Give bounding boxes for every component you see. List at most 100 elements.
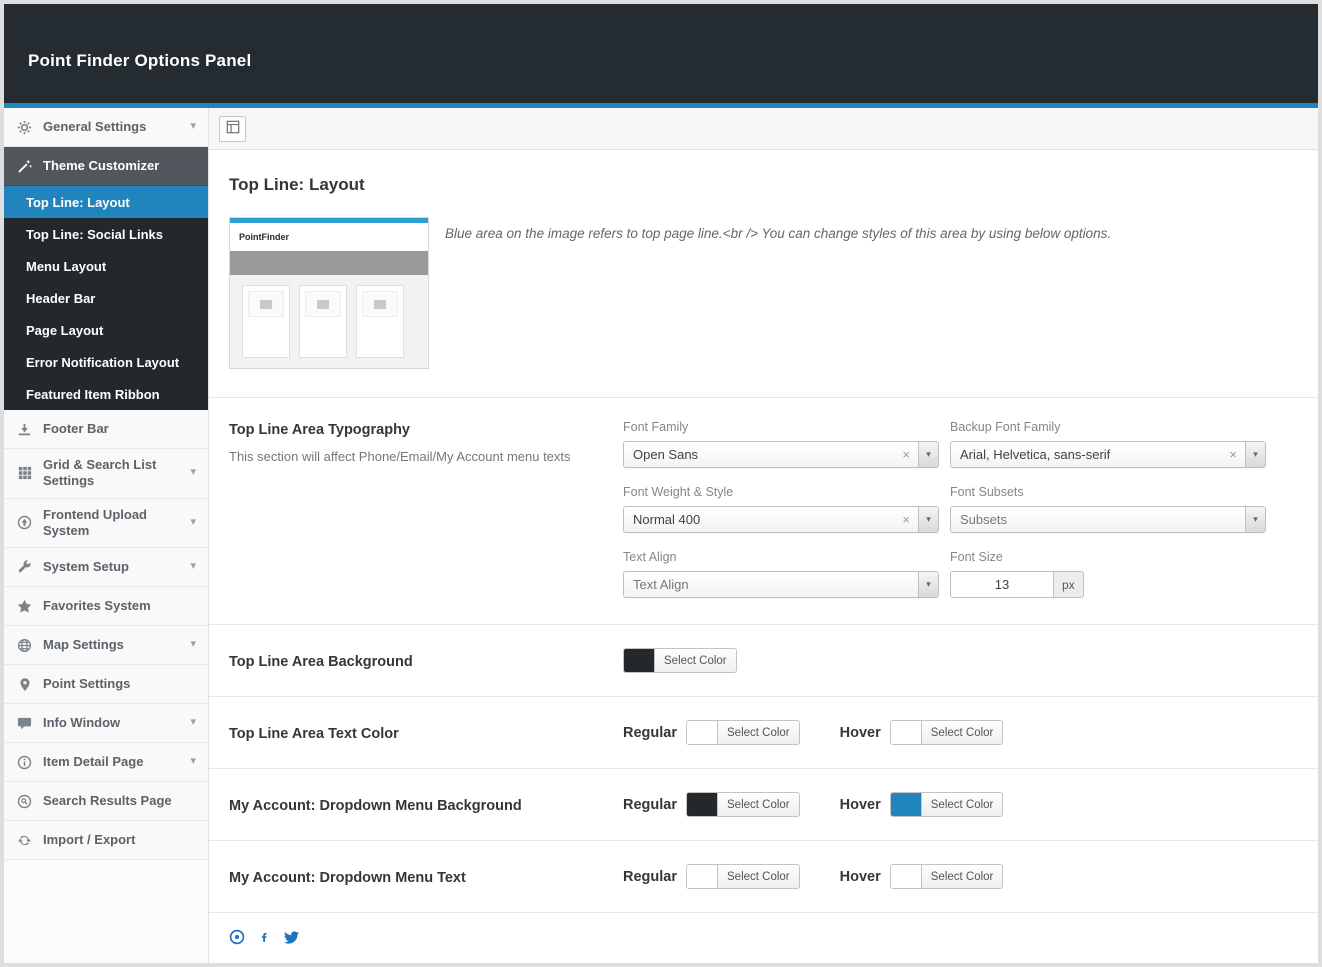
sidebar-subitem-error-notification-layout[interactable]: Error Notification Layout — [4, 346, 208, 378]
download-tray-icon — [16, 422, 33, 437]
caret-down-icon: ▾ — [926, 449, 931, 459]
sidebar-item-map-settings[interactable]: Map Settings ▾ — [4, 626, 208, 665]
section-description: This section will affect Phone/Email/My … — [229, 449, 571, 464]
color-swatch — [687, 793, 718, 816]
section-heading: My Account: Dropdown Menu Background — [229, 797, 522, 814]
sidebar-item-system-setup[interactable]: System Setup ▾ — [4, 548, 208, 587]
field-label: Text Align — [623, 550, 677, 564]
sidebar-item-item-detail-page[interactable]: Item Detail Page ▾ — [4, 743, 208, 782]
sidebar-subitem-header-bar[interactable]: Header Bar — [4, 282, 208, 314]
background-section: Top Line Area Background Select Color — [209, 624, 1318, 696]
sidebar-item-info-window[interactable]: Info Window ▾ — [4, 704, 208, 743]
panel-toggle-icon — [226, 120, 240, 137]
sidebar-item-label: General Settings — [43, 118, 147, 134]
wrench-icon — [16, 559, 33, 575]
chevron-down-icon: ▾ — [190, 716, 196, 729]
account-menu-text-section: My Account: Dropdown Menu Text Regular S… — [209, 840, 1318, 912]
clear-icon[interactable]: × — [894, 512, 918, 527]
field-label: Font Size — [950, 550, 1003, 564]
content-toolbar — [209, 108, 1318, 150]
caret-down-icon: ▾ — [1253, 449, 1258, 459]
preview-cards — [230, 275, 428, 368]
select-color-button-regular[interactable]: Select Color — [686, 864, 800, 889]
sidebar-subitem-page-layout[interactable]: Page Layout — [4, 314, 208, 346]
select-color-label: Select Color — [727, 870, 790, 883]
sidebar-item-favorites-system[interactable]: Favorites System — [4, 587, 208, 626]
app-title: Point Finder Options Panel — [28, 50, 252, 70]
chevron-down-icon: ▾ — [190, 560, 196, 573]
sidebar-item-label: Info Window — [43, 714, 121, 730]
twitter-icon[interactable] — [283, 930, 300, 945]
map-marker-icon — [16, 677, 33, 692]
dropdown-caret-button[interactable]: ▾ — [1245, 442, 1265, 467]
upload-circle-icon — [16, 515, 33, 530]
dropdown-caret-button[interactable]: ▾ — [918, 442, 938, 467]
regular-label: Regular — [623, 724, 677, 741]
sidebar-item-point-settings[interactable]: Point Settings — [4, 665, 208, 704]
globe-icon — [16, 638, 33, 653]
caret-down-icon: ▾ — [926, 579, 931, 589]
sidebar-item-frontend-upload-system[interactable]: Frontend Upload System ▾ — [4, 498, 208, 548]
font-weight-field: Font Weight & Style Normal 400 × ▾ — [623, 485, 939, 533]
sidebar: General Settings ▾ Theme Customizer Top … — [4, 108, 209, 963]
select-color-button[interactable]: Select Color — [623, 648, 737, 673]
color-swatch — [890, 793, 922, 816]
sidebar-subitem-top-line-social-links[interactable]: Top Line: Social Links — [4, 218, 208, 250]
clear-icon[interactable]: × — [1221, 447, 1245, 462]
theme-customizer-submenu: Top Line: Layout Top Line: Social Links … — [4, 186, 208, 410]
select-color-label: Select Color — [727, 726, 790, 739]
sidebar-subitem-menu-layout[interactable]: Menu Layout — [4, 250, 208, 282]
select-color-label: Select Color — [930, 798, 994, 811]
text-color-section: Top Line Area Text Color Regular Select … — [209, 696, 1318, 768]
sidebar-item-theme-customizer[interactable]: Theme Customizer — [4, 147, 208, 186]
panel-toggle-button[interactable] — [219, 115, 246, 142]
facebook-icon[interactable] — [259, 929, 269, 945]
color-swatch — [687, 721, 718, 744]
preview-thumbnail: PointFinder — [229, 217, 429, 369]
sidebar-item-label: Import / Export — [43, 831, 136, 847]
color-swatch — [890, 865, 922, 888]
color-swatch — [687, 865, 718, 888]
select-value: Arial, Helvetica, sans-serif — [960, 447, 1111, 462]
select-color-button-hover[interactable]: Select Color — [889, 864, 1004, 889]
sidebar-item-label: Favorites System — [43, 597, 151, 613]
chevron-down-icon: ▾ — [190, 120, 196, 133]
select-color-button-regular[interactable]: Select Color — [686, 792, 800, 817]
sidebar-item-grid-search-list-settings[interactable]: Grid & Search List Settings ▾ — [4, 449, 208, 499]
sidebar-item-label: System Setup — [43, 558, 129, 574]
regular-label: Regular — [623, 796, 677, 813]
select-color-button-regular[interactable]: Select Color — [686, 720, 800, 745]
sidebar-item-import-export[interactable]: Import / Export — [4, 821, 208, 860]
section-heading: Top Line Area Background — [229, 653, 413, 670]
sidebar-item-search-results-page[interactable]: Search Results Page — [4, 782, 208, 821]
sidebar-item-general-settings[interactable]: General Settings ▾ — [4, 108, 208, 147]
sidebar-item-label: Theme Customizer — [43, 157, 160, 173]
select-color-button-hover[interactable]: Select Color — [889, 792, 1004, 817]
preview-section: PointFinder Blue area on the image refer… — [209, 207, 1318, 397]
font-size-input[interactable] — [950, 571, 1054, 598]
magic-wand-icon — [16, 159, 33, 174]
backup-font-family-select[interactable]: Arial, Helvetica, sans-serif × ▾ — [950, 441, 1266, 468]
sidebar-subitem-featured-item-ribbon[interactable]: Featured Item Ribbon — [4, 378, 208, 410]
comment-icon — [16, 716, 33, 731]
star-icon — [16, 599, 33, 614]
select-color-label: Select Color — [930, 870, 994, 883]
clear-icon[interactable]: × — [894, 447, 918, 462]
font-size-group: px — [950, 571, 1266, 598]
font-weight-select[interactable]: Normal 400 × ▾ — [623, 506, 939, 533]
select-value: Open Sans — [633, 447, 699, 462]
caret-down-icon: ▾ — [1253, 514, 1258, 524]
sidebar-subitem-top-line-layout[interactable]: Top Line: Layout — [4, 186, 208, 218]
preview-logo: PointFinder — [230, 223, 428, 251]
sidebar-item-footer-bar[interactable]: Footer Bar — [4, 410, 208, 449]
dropdown-caret-button[interactable]: ▾ — [918, 507, 938, 532]
font-family-select[interactable]: Open Sans × ▾ — [623, 441, 939, 468]
dropdown-caret-button[interactable]: ▾ — [918, 572, 938, 597]
page-title: Top Line: Layout — [229, 175, 365, 194]
font-subsets-select[interactable]: Subsets ▾ — [950, 506, 1266, 533]
dropdown-caret-button[interactable]: ▾ — [1245, 507, 1265, 532]
dribbble-icon[interactable] — [229, 929, 245, 945]
select-color-button-hover[interactable]: Select Color — [889, 720, 1004, 745]
account-menu-background-section: My Account: Dropdown Menu Background Reg… — [209, 768, 1318, 840]
text-align-select[interactable]: Text Align ▾ — [623, 571, 939, 598]
